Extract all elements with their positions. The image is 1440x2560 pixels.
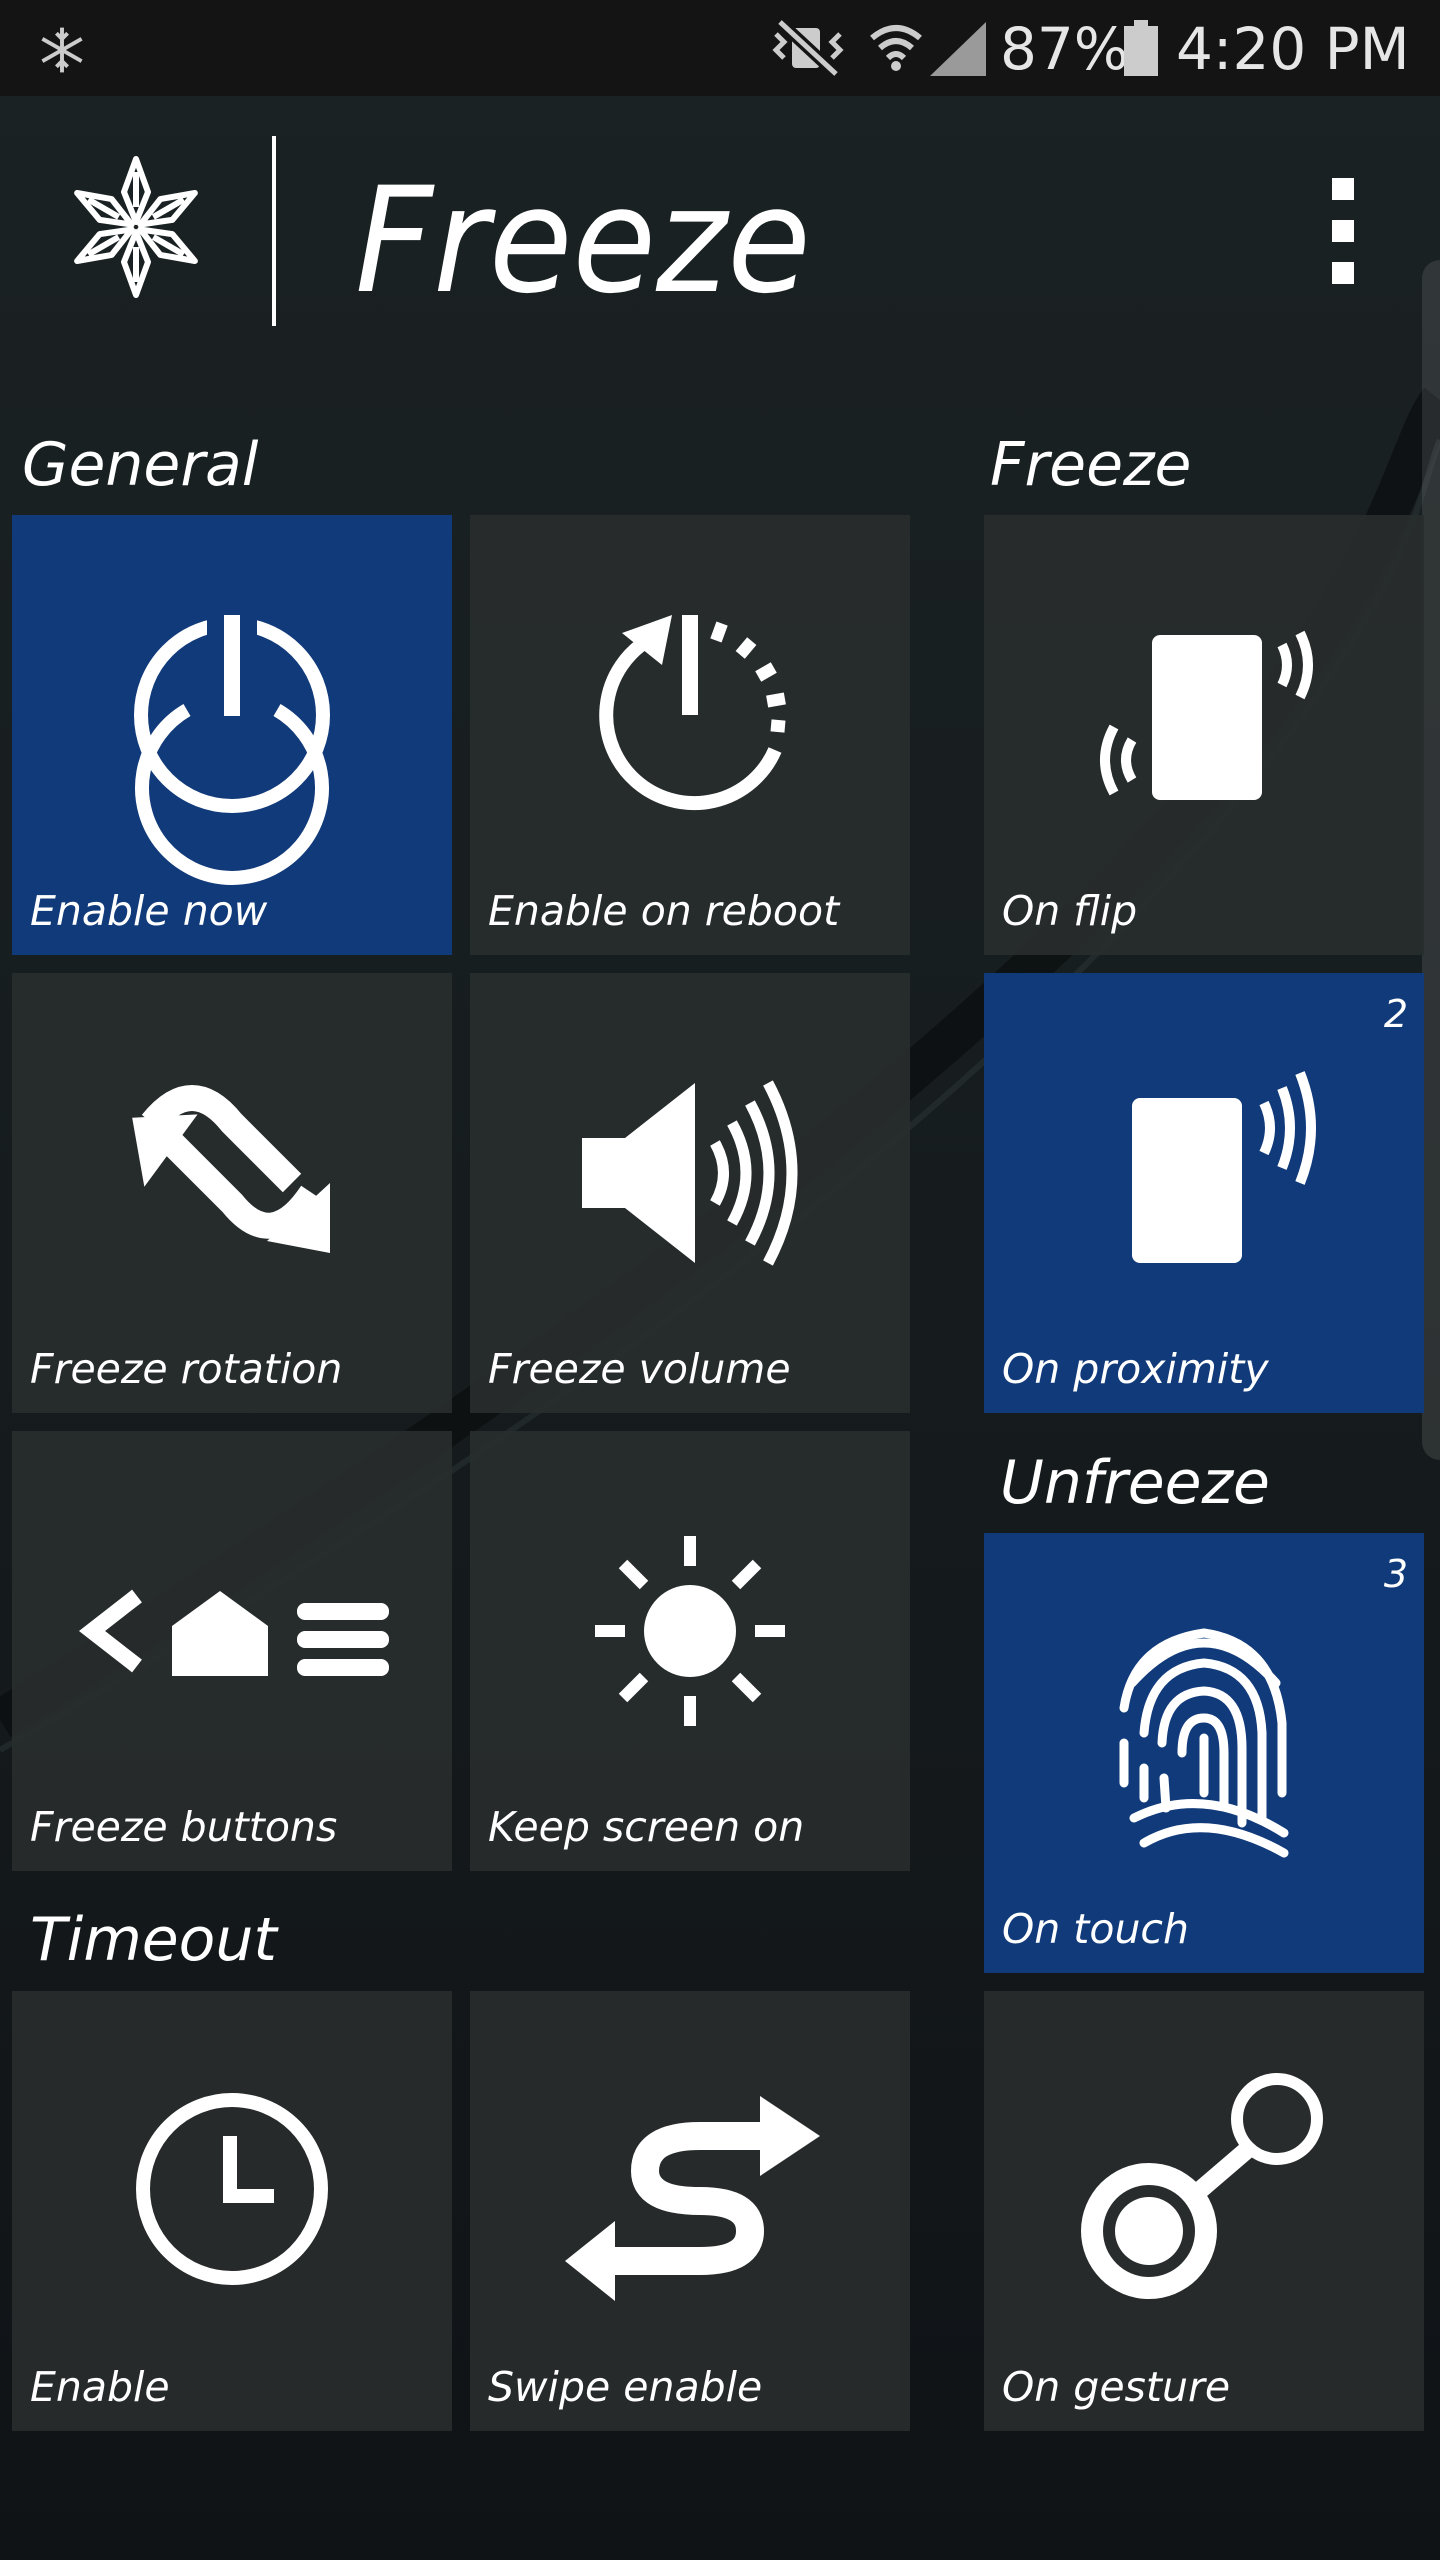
tile-badge: 2 bbox=[1383, 992, 1408, 1036]
tile-label: On flip bbox=[1002, 887, 1138, 935]
title-divider bbox=[272, 136, 276, 326]
tile-label: Keep screen on bbox=[488, 1803, 805, 1851]
tile-label: Enable on reboot bbox=[488, 887, 840, 935]
tile-swipe-enable[interactable]: Swipe enable bbox=[470, 1991, 910, 2431]
tile-enable-now[interactable]: Enable now bbox=[12, 515, 452, 955]
tile-timeout-enable[interactable]: Enable bbox=[12, 1991, 452, 2431]
tile-label: Freeze volume bbox=[488, 1345, 791, 1393]
battery-icon bbox=[1124, 20, 1158, 76]
tile-freeze-buttons[interactable]: Freeze buttons bbox=[12, 1431, 452, 1871]
tile-freeze-volume[interactable]: Freeze volume bbox=[470, 973, 910, 1413]
section-general: General bbox=[22, 430, 259, 500]
tile-label: Enable now bbox=[30, 887, 268, 935]
tile-label: On touch bbox=[1002, 1905, 1189, 1953]
tile-keep-screen-on[interactable]: Keep screen on bbox=[470, 1431, 910, 1871]
tile-on-touch[interactable]: 3 On touch bbox=[984, 1533, 1424, 1973]
tile-label: Enable bbox=[30, 2363, 170, 2411]
tile-label: Freeze rotation bbox=[30, 1345, 343, 1393]
wifi-icon bbox=[870, 25, 922, 71]
edge-panel-handle[interactable] bbox=[1422, 260, 1440, 1460]
tile-on-gesture[interactable]: On gesture bbox=[984, 1991, 1424, 2431]
app-title: Freeze bbox=[355, 156, 811, 326]
tile-label: On gesture bbox=[1002, 2363, 1231, 2411]
snowflake-icon bbox=[41, 27, 83, 73]
tile-label: On proximity bbox=[1002, 1345, 1269, 1393]
more-vert-icon[interactable] bbox=[1318, 176, 1368, 286]
mute-vibrate-icon bbox=[772, 18, 844, 78]
section-freeze: Freeze bbox=[990, 430, 1192, 500]
tile-freeze-rotation[interactable]: Freeze rotation bbox=[12, 973, 452, 1413]
signal-icon bbox=[930, 22, 986, 76]
app-bar: Freeze bbox=[0, 96, 1440, 396]
tile-on-flip[interactable]: On flip bbox=[984, 515, 1424, 955]
tile-label: Freeze buttons bbox=[30, 1803, 338, 1851]
clock-time: 4:20 PM bbox=[1176, 15, 1410, 83]
section-timeout: Timeout bbox=[30, 1905, 277, 1975]
tile-label: Swipe enable bbox=[488, 2363, 763, 2411]
snowflake-logo-icon bbox=[66, 156, 206, 302]
tile-on-proximity[interactable]: 2 On proximity bbox=[984, 973, 1424, 1413]
section-unfreeze: Unfreeze bbox=[1000, 1448, 1270, 1518]
battery-percent: 87% bbox=[1000, 15, 1129, 83]
tile-badge: 3 bbox=[1383, 1552, 1408, 1596]
tile-enable-on-reboot[interactable]: Enable on reboot bbox=[470, 515, 910, 955]
status-bar: 87% 4:20 PM bbox=[0, 0, 1440, 96]
